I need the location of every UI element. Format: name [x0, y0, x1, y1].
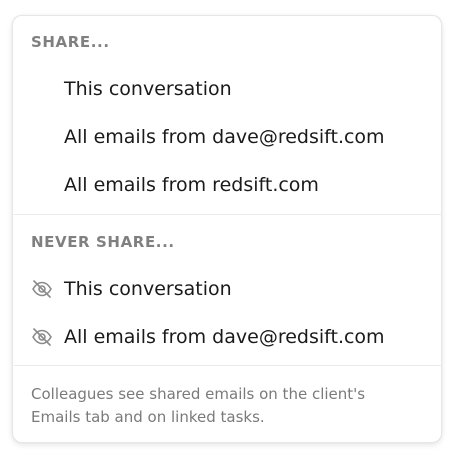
- section-divider: [13, 365, 441, 366]
- menu-item-label: This conversation: [64, 78, 232, 100]
- share-all-emails-from-sender-item[interactable]: All emails from dave@redsift.com: [13, 115, 441, 159]
- menu-item-label: All emails from redsift.com: [64, 174, 319, 196]
- never-share-all-emails-from-sender-item[interactable]: All emails from dave@redsift.com: [13, 315, 441, 359]
- section-divider: [13, 214, 441, 215]
- share-this-conversation-item[interactable]: This conversation: [13, 67, 441, 111]
- menu-item-label: This conversation: [64, 278, 232, 300]
- eye-off-icon: [31, 279, 53, 299]
- menu-item-label: All emails from dave@redsift.com: [64, 126, 385, 148]
- never-share-section-header: NEVER SHARE...: [31, 233, 175, 251]
- menu-item-label: All emails from dave@redsift.com: [64, 326, 385, 348]
- footer-help-text: Colleagues see shared emails on the clie…: [31, 385, 366, 426]
- share-all-emails-from-domain-item[interactable]: All emails from redsift.com: [13, 163, 441, 207]
- share-section-header: SHARE...: [31, 33, 110, 51]
- share-menu: SHARE... This conversation All emails fr…: [12, 15, 442, 443]
- eye-off-icon: [31, 327, 53, 347]
- never-share-this-conversation-item[interactable]: This conversation: [13, 267, 441, 311]
